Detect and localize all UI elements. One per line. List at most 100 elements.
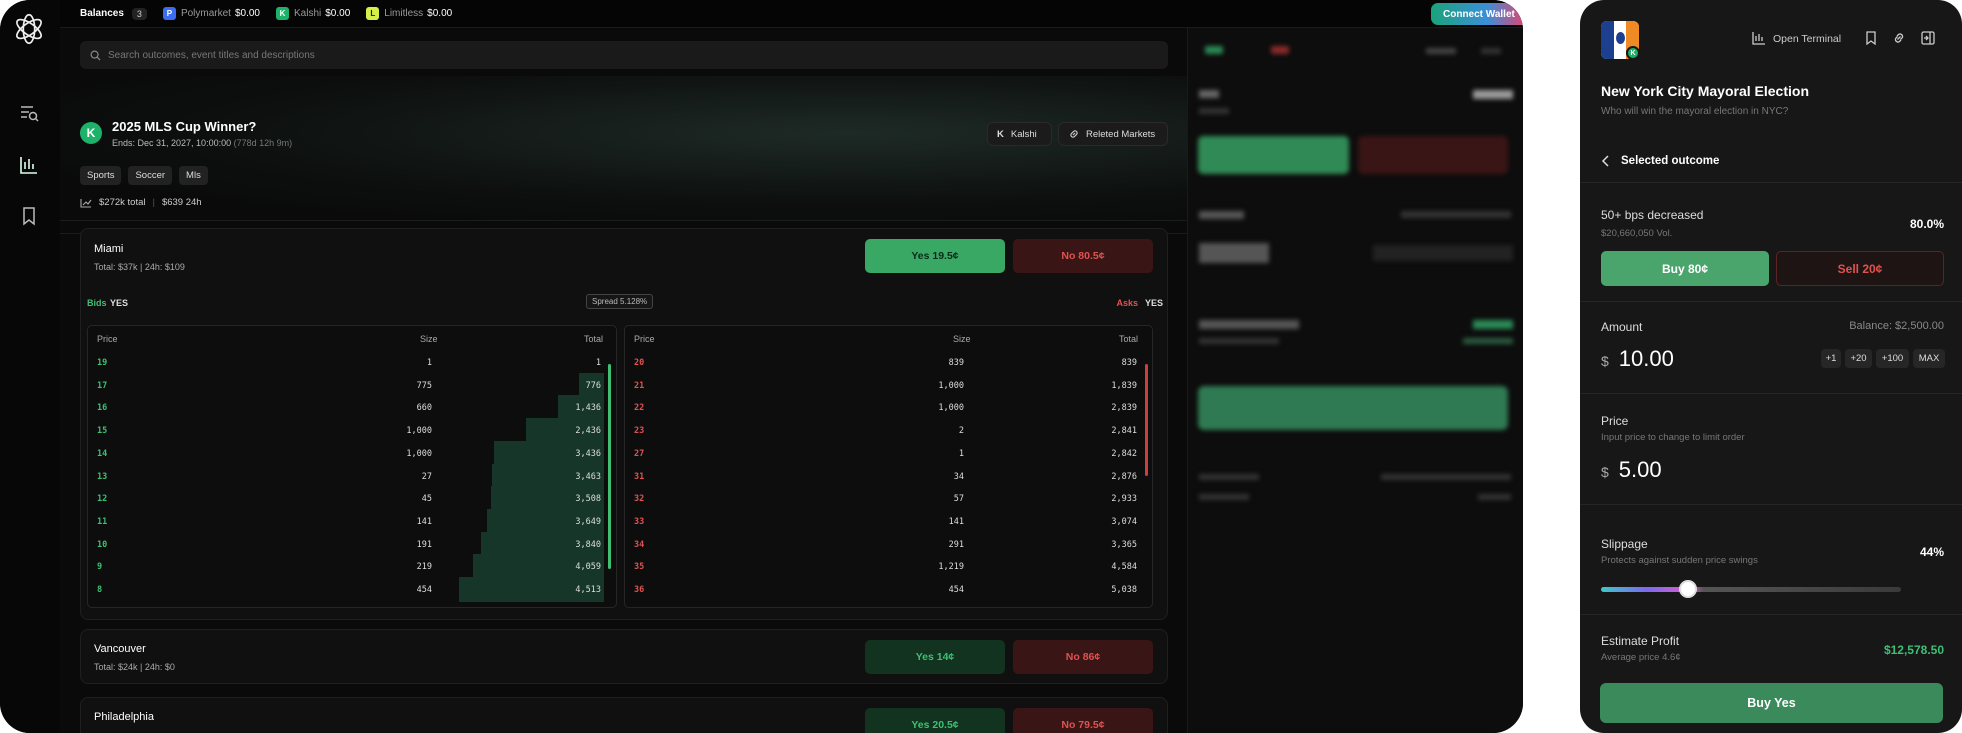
bid-row[interactable]: 16 660 1,436: [88, 397, 616, 419]
bid-row[interactable]: 17 775 776: [88, 375, 616, 397]
chart-terminal-icon[interactable]: [18, 154, 40, 176]
ends-remaining: (778d 12h 9m): [233, 138, 293, 148]
link-icon[interactable]: [1891, 30, 1907, 46]
row-size: 1,000: [938, 380, 964, 391]
bid-row[interactable]: 15 1,000 2,436: [88, 420, 616, 442]
open-terminal-label[interactable]: Open Terminal: [1773, 33, 1841, 45]
ask-row[interactable]: 31 34 2,876: [625, 466, 1152, 488]
ask-row[interactable]: 32 57 2,933: [625, 488, 1152, 510]
search-input[interactable]: Search outcomes, event titles and descri…: [80, 41, 1168, 69]
buy-no-button[interactable]: No 80.5¢: [1013, 239, 1153, 273]
terminal-icon[interactable]: [1751, 30, 1767, 46]
amount-chip-max[interactable]: MAX: [1913, 349, 1945, 368]
buy-no-button[interactable]: No 79.5¢: [1013, 708, 1153, 733]
balance-limitless[interactable]: L Limitless $0.00: [366, 7, 452, 20]
app-logo[interactable]: [10, 10, 48, 48]
tag-mls[interactable]: Mls: [179, 166, 208, 185]
connect-wallet-button[interactable]: Connect Wallet: [1431, 3, 1523, 25]
amount-chip-plus100[interactable]: +100: [1876, 349, 1909, 368]
row-total: 3,436: [575, 448, 601, 459]
row-total: 3,074: [1111, 516, 1137, 527]
collapse-panel-icon[interactable]: [1920, 30, 1936, 46]
selected-outcome-back[interactable]: Selected outcome: [1601, 155, 1719, 167]
bid-row[interactable]: 9 219 4,059: [88, 556, 616, 578]
bid-row[interactable]: 11 141 3,649: [88, 511, 616, 533]
row-size: 1,000: [938, 403, 964, 414]
row-price: 22: [634, 403, 645, 414]
row-size: 839: [948, 358, 964, 368]
market-header: K 2025 MLS Cup Winner? Ends: Dec 31, 202…: [60, 76, 1187, 221]
row-price: 17: [97, 380, 108, 391]
row-total: 1: [595, 358, 601, 368]
search-list-icon[interactable]: [18, 102, 40, 124]
row-total: 4,584: [1111, 562, 1137, 573]
balance-value: $0.00: [234, 8, 260, 19]
tag-sports[interactable]: Sports: [80, 166, 122, 185]
amount-chip-plus1[interactable]: +1: [1821, 349, 1841, 368]
ask-row[interactable]: 27 1 2,842: [625, 443, 1152, 465]
ask-row[interactable]: 21 1,000 1,839: [625, 375, 1152, 397]
row-size: 660: [416, 403, 432, 414]
row-size: 219: [416, 562, 432, 573]
balance-polymarket[interactable]: P Polymarket $0.00: [162, 7, 260, 20]
bookmark-icon[interactable]: [18, 205, 40, 227]
ask-row[interactable]: 22 1,000 2,839: [625, 397, 1152, 419]
main-app-window: Balances 3 P Polymarket $0.00 K Kalshi $…: [0, 0, 1523, 733]
row-total: 1,839: [1111, 380, 1137, 391]
slippage-slider-handle[interactable]: [1679, 580, 1697, 598]
price-input[interactable]: $ 5.00: [1601, 457, 1662, 483]
row-price: 34: [634, 539, 645, 550]
bids-header-size: Size: [420, 334, 438, 344]
slippage-hint: Protects against sudden price swings: [1601, 555, 1758, 566]
row-size: 1,000: [406, 426, 432, 437]
buy-no-button[interactable]: No 86¢: [1013, 640, 1153, 674]
row-price: 11: [97, 516, 108, 527]
row-price: 13: [97, 471, 108, 482]
volume-24h: $639 24h: [161, 197, 202, 208]
ask-row[interactable]: 20 839 839: [625, 352, 1152, 374]
outcome-name: Miami: [94, 243, 124, 255]
bid-row[interactable]: 13 27 3,463: [88, 466, 616, 488]
kalshi-k-icon: K: [997, 128, 1004, 140]
amount-input[interactable]: $ 10.00: [1601, 346, 1674, 372]
bid-row[interactable]: 14 1,000 3,436: [88, 443, 616, 465]
kalshi-logo-icon: K: [80, 122, 102, 144]
ask-row[interactable]: 23 2 2,841: [625, 420, 1152, 442]
polymarket-icon: P: [162, 7, 176, 20]
sell-button[interactable]: Sell 20¢: [1776, 251, 1944, 286]
slippage-slider[interactable]: [1601, 580, 1901, 598]
row-size: 27: [421, 471, 432, 482]
row-total: 3,463: [575, 471, 601, 482]
outcome-name: Philadelphia: [94, 711, 154, 723]
buy-button[interactable]: Buy 80¢: [1601, 251, 1769, 286]
related-markets-button[interactable]: Releted Markets: [1058, 122, 1168, 146]
ask-row[interactable]: 35 1,219 4,584: [625, 556, 1152, 578]
estimate-profit-value: $12,578.50: [1883, 643, 1944, 657]
related-label: Releted Markets: [1086, 128, 1156, 140]
orderbook-labels: Bids YES Spread 5.128% Asks YES: [81, 291, 1167, 313]
row-size: 141: [948, 516, 964, 527]
bid-row[interactable]: 12 45 3,508: [88, 488, 616, 510]
stats-divider: |: [152, 197, 155, 208]
row-price: 10: [97, 539, 108, 550]
balance-kalshi[interactable]: K Kalshi $0.00: [275, 7, 350, 20]
buy-yes-submit-button[interactable]: Buy Yes: [1600, 683, 1943, 723]
buy-yes-button[interactable]: Yes 20.5¢: [865, 708, 1005, 733]
buy-yes-button[interactable]: Yes 19.5¢: [865, 239, 1005, 273]
ask-row[interactable]: 36 454 5,038: [625, 579, 1152, 601]
amount-chip-plus20[interactable]: +20: [1845, 349, 1872, 368]
divider: [1580, 504, 1962, 505]
kalshi-source-button[interactable]: K Kalshi: [987, 122, 1052, 146]
buy-yes-button[interactable]: Yes 14¢: [865, 640, 1005, 674]
source-label: Kalshi: [1010, 128, 1037, 140]
bid-row[interactable]: 8 454 4,513: [88, 579, 616, 601]
market-main: Search outcomes, event titles and descri…: [60, 28, 1187, 733]
row-price: 19: [97, 358, 108, 368]
selected-outcome-label: Selected outcome: [1621, 155, 1720, 167]
tag-soccer[interactable]: Soccer: [128, 166, 173, 185]
bid-row[interactable]: 10 191 3,840: [88, 534, 616, 556]
bid-row[interactable]: 19 1 1: [88, 352, 616, 374]
bookmark-icon[interactable]: [1863, 30, 1879, 46]
ask-row[interactable]: 34 291 3,365: [625, 534, 1152, 556]
ask-row[interactable]: 33 141 3,074: [625, 511, 1152, 533]
